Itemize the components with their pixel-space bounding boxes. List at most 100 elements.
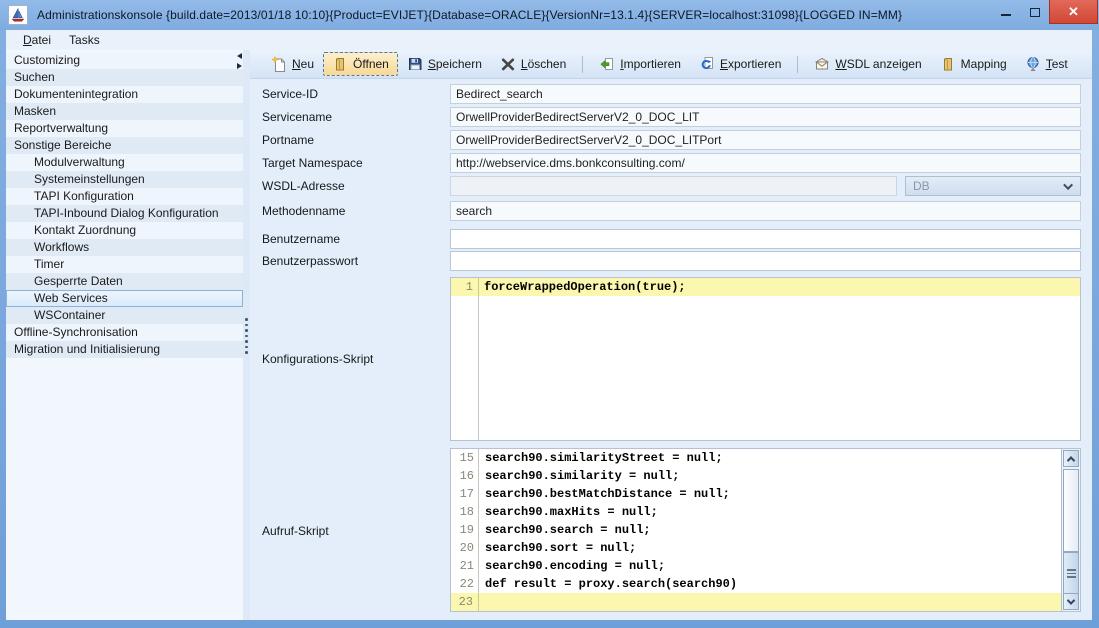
sidebar-item-tapi-konfiguration[interactable]: TAPI Konfiguration xyxy=(6,188,243,205)
importieren-button-label: Importieren xyxy=(620,57,681,71)
line-number: 18 xyxy=(451,503,479,521)
code-line[interactable]: 20search90.sort = null; xyxy=(451,539,1080,557)
code-line[interactable]: 15search90.similarityStreet = null; xyxy=(451,449,1080,467)
sidebar-item-reportverwaltung[interactable]: Reportverwaltung xyxy=(6,120,243,137)
application-window: Administrationskonsole {build.date=2013/… xyxy=(0,0,1099,628)
neu-button-label: Neu xyxy=(292,57,314,71)
exportieren-button-label: Exportieren xyxy=(720,57,781,71)
code-text: search90.bestMatchDistance = null; xyxy=(479,485,730,503)
sidebar-item-timer[interactable]: Timer xyxy=(6,256,243,273)
code-line[interactable]: 18search90.maxHits = null; xyxy=(451,503,1080,521)
navigation-sidebar: Customizing Suchen Dokumentenintegration… xyxy=(6,50,243,620)
servicename-field[interactable] xyxy=(450,107,1081,127)
sidebar-item-wscontainer[interactable]: WSContainer xyxy=(6,307,243,324)
mapping-button[interactable]: Mapping xyxy=(931,52,1016,76)
methodenname-field[interactable] xyxy=(450,201,1081,221)
sidebar-item-customizing[interactable]: Customizing xyxy=(6,52,243,69)
wsdl-source-dropdown[interactable]: DB xyxy=(905,176,1081,196)
methodenname-label: Methodenname xyxy=(262,204,345,218)
test-button-label: Test xyxy=(1046,57,1068,71)
code-line[interactable]: 21search90.encoding = null; xyxy=(451,557,1080,575)
code-line[interactable]: 23 xyxy=(451,593,1080,611)
scrollbar-down-button[interactable] xyxy=(1063,593,1079,610)
sidebar-item-tapi-inbound-dialog-konfiguration[interactable]: TAPI-Inbound Dialog Konfiguration xyxy=(6,205,243,222)
sidebar-item-kontakt-zuordnung[interactable]: Kontakt Zuordnung xyxy=(6,222,243,239)
code-line[interactable]: 1 forceWrappedOperation(true); xyxy=(451,278,1080,296)
wsdl-envelope-icon xyxy=(814,56,830,72)
sidebar-splitter[interactable] xyxy=(243,50,250,620)
maximize-icon xyxy=(1030,8,1040,17)
code-text: search90.similarityStreet = null; xyxy=(479,449,723,467)
sidebar-item-modulverwaltung[interactable]: Modulverwaltung xyxy=(6,154,243,171)
sidebar-item-workflows[interactable]: Workflows xyxy=(6,239,243,256)
oeffnen-button[interactable]: Öffnen xyxy=(323,52,398,76)
portname-field[interactable] xyxy=(450,130,1081,150)
line-number: 17 xyxy=(451,485,479,503)
sidebar-item-sonstige-bereiche[interactable]: Sonstige Bereiche xyxy=(6,137,243,154)
loeschen-button[interactable]: Löschen xyxy=(491,52,575,76)
new-document-icon xyxy=(271,56,287,72)
konfigurations-skript-editor[interactable]: 1 forceWrappedOperation(true); xyxy=(450,277,1081,441)
speichern-button[interactable]: Speichern xyxy=(398,52,491,76)
minimize-button[interactable] xyxy=(991,0,1020,24)
service-id-label: Service-ID xyxy=(262,87,318,101)
web-service-form: Service-ID Servicename Portname Target N… xyxy=(250,79,1092,620)
aufruf-skript-label: Aufruf-Skript xyxy=(262,524,329,538)
benutzername-field[interactable] xyxy=(450,229,1081,249)
code-line[interactable]: 16search90.similarity = null; xyxy=(451,467,1080,485)
close-button[interactable]: ✕ xyxy=(1049,0,1098,24)
sidebar-item-suchen[interactable]: Suchen xyxy=(6,69,243,86)
maximize-button[interactable] xyxy=(1020,0,1049,24)
wsdl-anzeigen-button[interactable]: WSDL anzeigen xyxy=(805,52,930,76)
wsdl-anzeigen-button-label: WSDL anzeigen xyxy=(835,57,921,71)
exportieren-button[interactable]: Exportieren xyxy=(690,52,790,76)
loeschen-button-label: Löschen xyxy=(521,57,566,71)
benutzername-label: Benutzername xyxy=(262,232,340,246)
line-number: 21 xyxy=(451,557,479,575)
konfigurations-skript-label: Konfigurations-Skript xyxy=(262,352,373,366)
test-globe-icon xyxy=(1025,56,1041,72)
service-id-field[interactable] xyxy=(450,84,1081,104)
code-text: search90.similarity = null; xyxy=(479,467,679,485)
delete-x-icon xyxy=(500,56,516,72)
scrollbar-up-button[interactable] xyxy=(1063,450,1079,467)
neu-button[interactable]: Neu xyxy=(262,52,323,76)
line-number: 22 xyxy=(451,575,479,593)
target-namespace-field[interactable] xyxy=(450,153,1081,173)
sidebar-item-gesperrte-daten[interactable]: Gesperrte Daten xyxy=(6,273,243,290)
benutzerpasswort-field[interactable] xyxy=(450,251,1081,271)
sidebar-item-systemeinstellungen[interactable]: Systemeinstellungen xyxy=(6,171,243,188)
chevron-down-icon xyxy=(1067,596,1075,604)
oeffnen-button-label: Öffnen xyxy=(353,57,389,71)
menu-item-datei[interactable]: Datei xyxy=(14,31,60,49)
code-line[interactable]: 22def result = proxy.search(search90) xyxy=(451,575,1080,593)
chevron-down-icon xyxy=(1063,180,1073,190)
vertical-scrollbar[interactable] xyxy=(1061,449,1080,611)
aufruf-skript-editor[interactable]: 15search90.similarityStreet = null; 16se… xyxy=(450,448,1081,612)
titlebar[interactable]: Administrationskonsole {build.date=2013/… xyxy=(0,0,1099,30)
window-title: Administrationskonsole {build.date=2013/… xyxy=(37,8,902,22)
test-button[interactable]: Test xyxy=(1016,52,1077,76)
sidebar-item-offline-synchronisation[interactable]: Offline-Synchronisation xyxy=(6,324,243,341)
wsdl-adresse-field[interactable] xyxy=(450,176,897,196)
scrollbar-thumb[interactable] xyxy=(1063,469,1079,552)
sidebar-item-web-services[interactable]: Web Services xyxy=(6,290,243,307)
portname-label: Portname xyxy=(262,133,314,147)
import-arrow-icon xyxy=(599,56,615,72)
target-namespace-label: Target Namespace xyxy=(262,156,363,170)
line-number: 15 xyxy=(451,449,479,467)
code-text: forceWrappedOperation(true); xyxy=(478,278,686,296)
code-line[interactable]: 17search90.bestMatchDistance = null; xyxy=(451,485,1080,503)
sidebar-item-migration-und-initialisierung[interactable]: Migration und Initialisierung xyxy=(6,341,243,358)
toolbar-separator xyxy=(797,56,798,73)
splitter-grip[interactable] xyxy=(245,318,248,354)
sidebar-item-dokumentenintegration[interactable]: Dokumentenintegration xyxy=(6,86,243,103)
splitter-collapse-left-icon[interactable] xyxy=(237,53,242,59)
chevron-up-icon xyxy=(1067,456,1075,464)
importieren-button[interactable]: Importieren xyxy=(590,52,690,76)
code-line[interactable]: 19search90.search = null; xyxy=(451,521,1080,539)
menu-item-tasks[interactable]: Tasks xyxy=(60,31,109,49)
splitter-collapse-right-icon[interactable] xyxy=(237,63,242,69)
sidebar-item-masken[interactable]: Masken xyxy=(6,103,243,120)
scrollbar-grip[interactable] xyxy=(1063,552,1079,595)
